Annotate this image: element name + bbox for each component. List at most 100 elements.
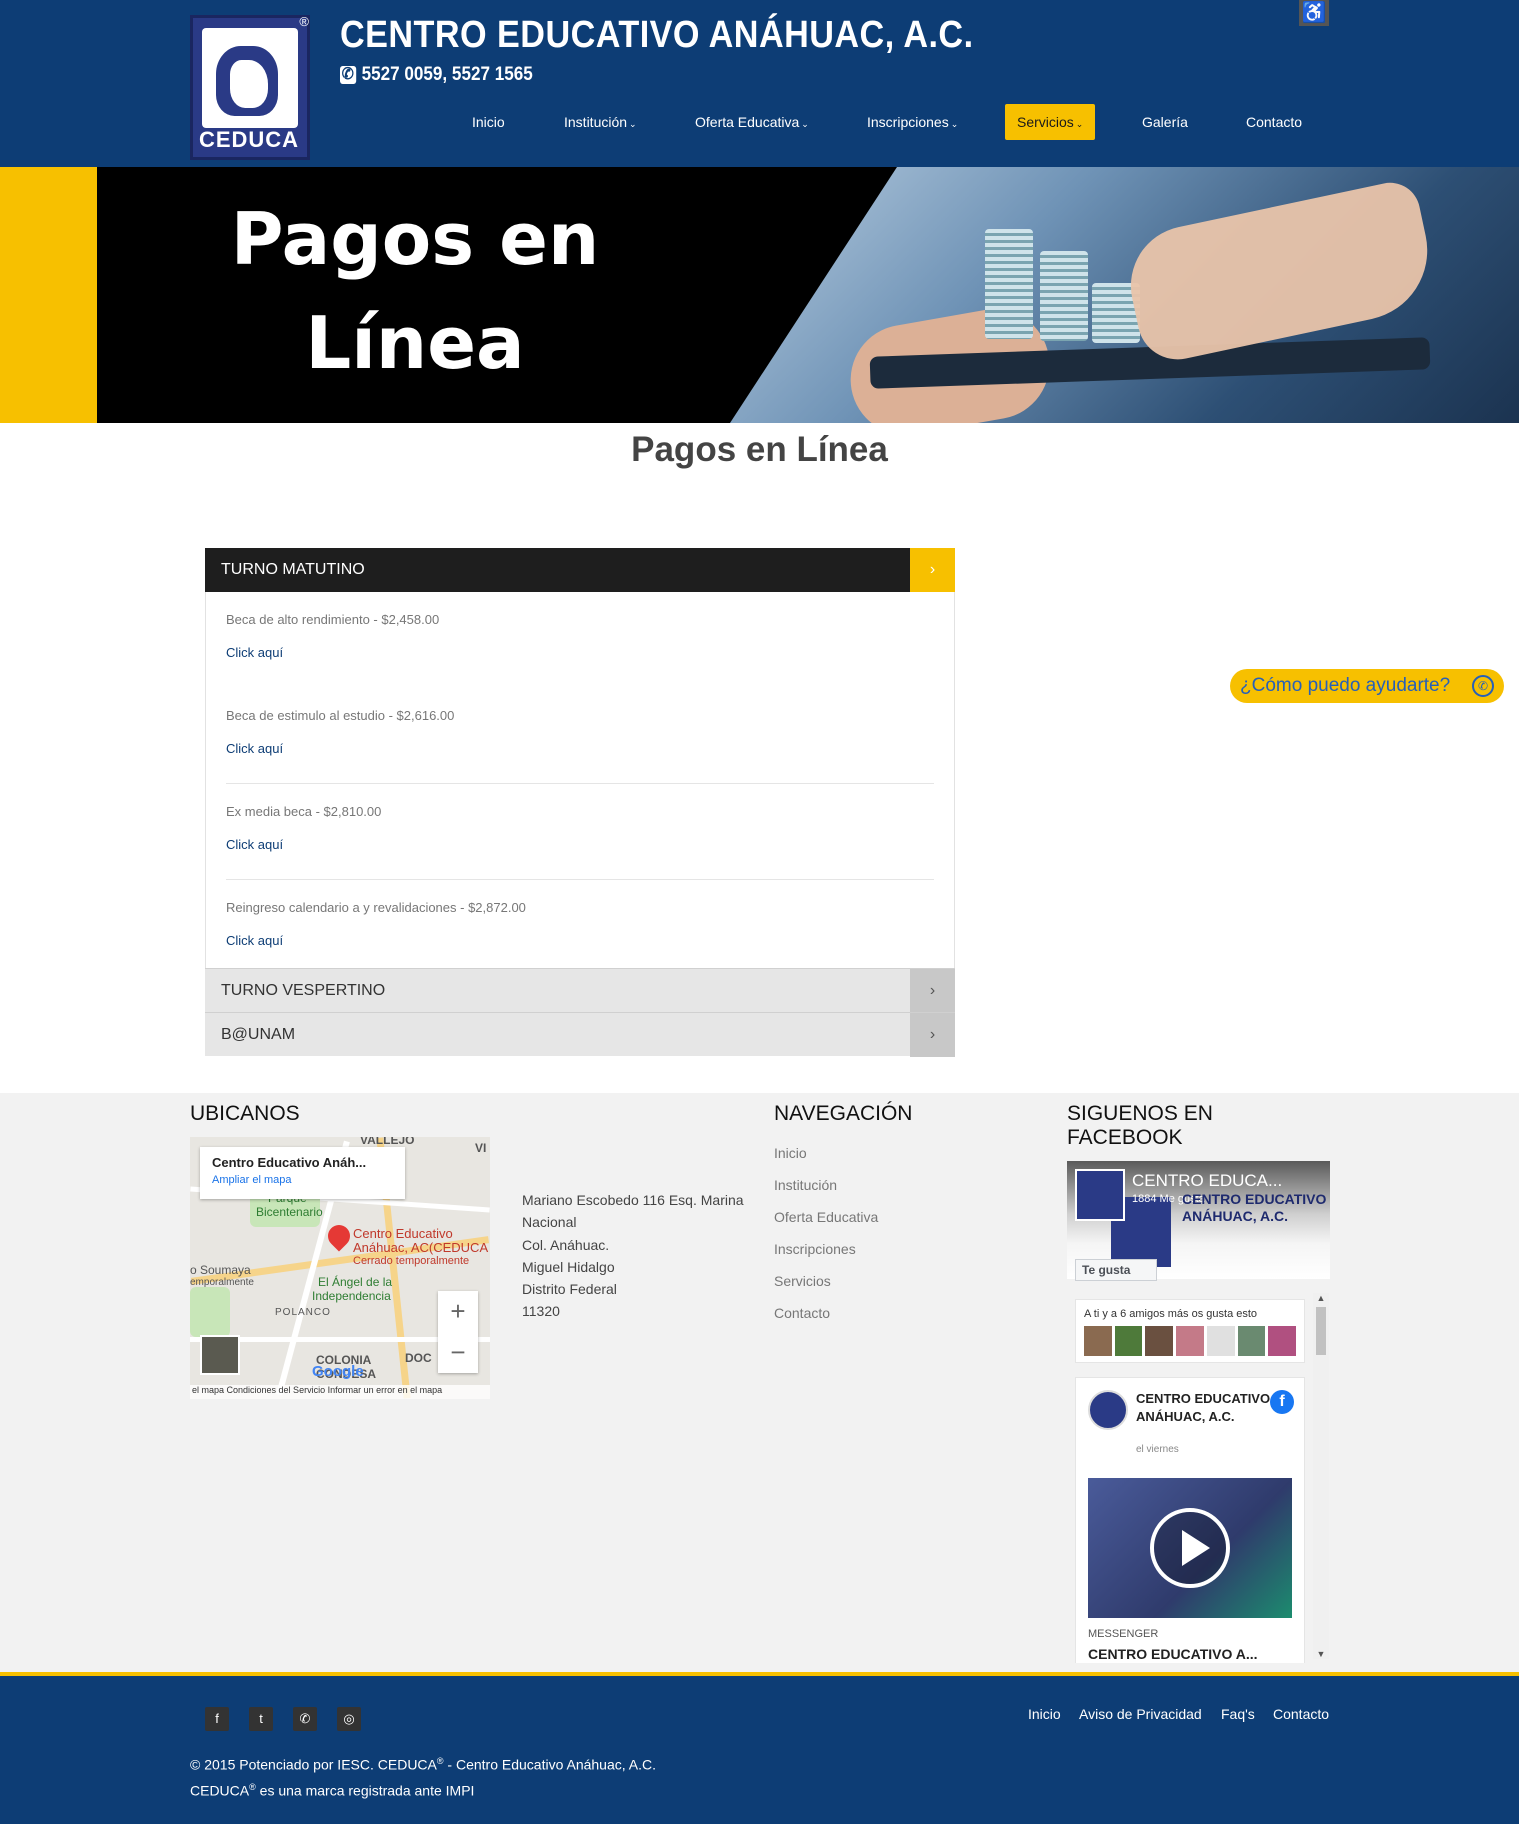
- nav-oferta-educativa[interactable]: Oferta Educativa ⌄: [683, 104, 821, 140]
- facebook-widget: CENTRO EDUCA... 1884 Me gusta CENTRO EDU…: [1067, 1161, 1330, 1663]
- post-author[interactable]: CENTRO EDUCATIVO ANÁHUAC, A.C.: [1136, 1390, 1276, 1426]
- post-date[interactable]: el viernes: [1136, 1444, 1179, 1455]
- map-satellite-toggle[interactable]: [200, 1335, 240, 1375]
- bottom-link-inicio[interactable]: Inicio: [1028, 1706, 1061, 1722]
- page-avatar[interactable]: [1075, 1169, 1125, 1221]
- copyright-line-2a: CEDUCA: [190, 1782, 250, 1799]
- payments-accordion: TURNO MATUTINO › Beca de alto rendimient…: [205, 548, 955, 1057]
- address-line: Mariano Escobedo 116 Esq. Marina Naciona…: [522, 1192, 744, 1231]
- accordion-title: TURNO VESPERTINO: [221, 982, 386, 999]
- phone-icon: [340, 64, 357, 84]
- post-avatar[interactable]: [1088, 1390, 1128, 1430]
- facebook-post: CENTRO EDUCATIVO ANÁHUAC, A.C. el vierne…: [1075, 1377, 1305, 1663]
- map-pin-icon[interactable]: [323, 1220, 355, 1252]
- accessibility-icon[interactable]: ♿: [1299, 0, 1329, 26]
- post-source: MESSENGER: [1088, 1628, 1159, 1640]
- map-pin-label: Centro Educativo Anáhuac, AC(CEDUCA: [353, 1227, 488, 1255]
- main-navigation: Inicio Institución ⌄ Oferta Educativa ⌄ In…: [0, 104, 1519, 140]
- facebook-page-name[interactable]: CENTRO EDUCA...: [1132, 1171, 1322, 1191]
- nav-institucion[interactable]: Institución ⌄: [552, 104, 649, 140]
- chevron-right-icon: ›: [910, 548, 955, 592]
- nav-contacto[interactable]: Contacto: [1234, 104, 1314, 140]
- nav-servicios[interactable]: Servicios ⌄: [1005, 104, 1096, 140]
- map-enlarge-link[interactable]: Ampliar el mapa: [212, 1174, 393, 1186]
- play-icon[interactable]: [1150, 1508, 1230, 1588]
- accordion-body-matutino: Beca de alto rendimiento - $2,458.00 Cli…: [205, 592, 955, 968]
- scroll-up-icon[interactable]: ▲: [1313, 1293, 1329, 1303]
- google-logo: Google: [312, 1363, 364, 1380]
- facebook-like-button[interactable]: Te gusta: [1075, 1259, 1157, 1281]
- facebook-heading-line: FACEBOOK: [1067, 1126, 1183, 1149]
- zoom-in-button[interactable]: +: [438, 1291, 478, 1332]
- footer-link-institucion[interactable]: Institución: [774, 1172, 878, 1204]
- friend-avatar[interactable]: [1206, 1326, 1235, 1356]
- facebook-cover[interactable]: CENTRO EDUCA... 1884 Me gusta CENTRO EDU…: [1067, 1161, 1330, 1281]
- registered-mark: ®: [436, 1756, 444, 1766]
- bottom-link-aviso-privacidad[interactable]: Aviso de Privacidad: [1079, 1706, 1202, 1722]
- friend-avatar[interactable]: [1114, 1326, 1143, 1356]
- banner-accent-bar: [0, 167, 97, 423]
- accordion-header-matutino[interactable]: TURNO MATUTINO ›: [205, 548, 955, 592]
- google-map[interactable]: VALLEJO VI Parque Bicentenario o Soumaya…: [190, 1137, 490, 1399]
- map-footer-links[interactable]: el mapa Condiciones del Servicio Informa…: [190, 1385, 490, 1399]
- facebook-heading: SIGUENOS EN FACEBOOK: [1067, 1102, 1213, 1150]
- friend-avatar[interactable]: [1084, 1326, 1112, 1356]
- footer-link-inicio[interactable]: Inicio: [774, 1140, 878, 1172]
- scroll-down-icon[interactable]: ▼: [1313, 1649, 1329, 1659]
- copyright-line-1a: © 2015 Potenciado por IESC. CEDUCA: [190, 1756, 437, 1773]
- instagram-icon[interactable]: ◎: [337, 1707, 361, 1731]
- nav-inscripciones[interactable]: Inscripciones ⌄: [855, 104, 970, 140]
- bottom-link-contacto[interactable]: Contacto: [1273, 1706, 1329, 1722]
- whatsapp-help-label: ¿Cómo puedo ayudarte?: [1240, 675, 1451, 696]
- friend-avatar[interactable]: [1237, 1326, 1266, 1356]
- friend-avatar[interactable]: [1145, 1326, 1174, 1356]
- footer-link-inscripciones[interactable]: Inscripciones: [774, 1236, 878, 1268]
- payment-link[interactable]: Click aquí: [226, 933, 934, 948]
- payment-link[interactable]: Click aquí: [226, 645, 934, 660]
- facebook-scrollbar[interactable]: ▲ ▼: [1313, 1293, 1329, 1659]
- phone-number: 5527 0059, 5527 1565: [340, 64, 533, 86]
- footer-link-contacto[interactable]: Contacto: [774, 1300, 878, 1332]
- ubicanos-heading: UBICANOS: [190, 1102, 300, 1125]
- copyright-line-2b: es una marca registrada ante IMPI: [255, 1782, 475, 1799]
- friend-avatars: [1084, 1326, 1297, 1356]
- post-title[interactable]: CENTRO EDUCATIVO A...: [1088, 1646, 1258, 1662]
- copyright-line-1: © 2015 Potenciado por IESC. CEDUCA® - Ce…: [190, 1750, 656, 1776]
- twitter-icon[interactable]: t: [249, 1707, 273, 1731]
- banner-heading: Pagos en Línea: [230, 187, 600, 395]
- map-zoom-controls: + −: [438, 1291, 478, 1373]
- accordion-header-bunam[interactable]: B@UNAM ›: [205, 1012, 955, 1057]
- whatsapp-icon[interactable]: ✆: [293, 1707, 317, 1731]
- bottom-link-faqs[interactable]: Faq's: [1221, 1706, 1255, 1722]
- address-line: Miguel Hidalgo: [522, 1258, 615, 1275]
- post-video[interactable]: [1088, 1478, 1292, 1618]
- registered-mark: ®: [249, 1781, 256, 1792]
- accordion-header-vespertino[interactable]: TURNO VESPERTINO ›: [205, 968, 955, 1013]
- nav-galeria[interactable]: Galería: [1130, 104, 1200, 140]
- footer-link-oferta-educativa[interactable]: Oferta Educativa: [774, 1204, 878, 1236]
- payment-description: Beca de alto rendimiento - $2,458.00: [226, 612, 440, 627]
- cover-title: CENTRO EDUCATIVO ANÁHUAC, A.C.: [1182, 1191, 1327, 1224]
- nav-inicio[interactable]: Inicio: [460, 104, 517, 140]
- payment-link[interactable]: Click aquí: [226, 837, 934, 852]
- hero-banner: Pagos en Línea: [0, 167, 1519, 423]
- footer-link-servicios[interactable]: Servicios: [774, 1268, 878, 1300]
- friend-avatar[interactable]: [1176, 1326, 1204, 1356]
- payment-link[interactable]: Click aquí: [226, 741, 934, 756]
- accordion-title: B@UNAM: [221, 1026, 296, 1043]
- map-label: DOC: [405, 1351, 432, 1365]
- map-label: VALLEJO: [360, 1137, 415, 1147]
- address-line: Col. Anáhuac.: [522, 1236, 610, 1253]
- whatsapp-help-button[interactable]: ¿Cómo puedo ayudarte? ✆: [1230, 669, 1504, 703]
- facebook-icon[interactable]: f: [205, 1707, 229, 1731]
- logo-registered-mark: ®: [299, 14, 309, 29]
- chevron-down-icon: ⌄: [950, 119, 959, 129]
- chevron-right-icon: ›: [910, 969, 955, 1013]
- banner-coin-stack: [985, 229, 1033, 339]
- map-pin-label-line: Anáhuac, AC(CEDUCA: [353, 1240, 489, 1255]
- friend-avatar[interactable]: [1268, 1326, 1297, 1356]
- zoom-out-button[interactable]: −: [438, 1332, 478, 1373]
- scrollbar-thumb[interactable]: [1316, 1307, 1326, 1355]
- chevron-down-icon: ⌄: [1075, 119, 1084, 129]
- banner-line-2: Línea: [305, 301, 525, 385]
